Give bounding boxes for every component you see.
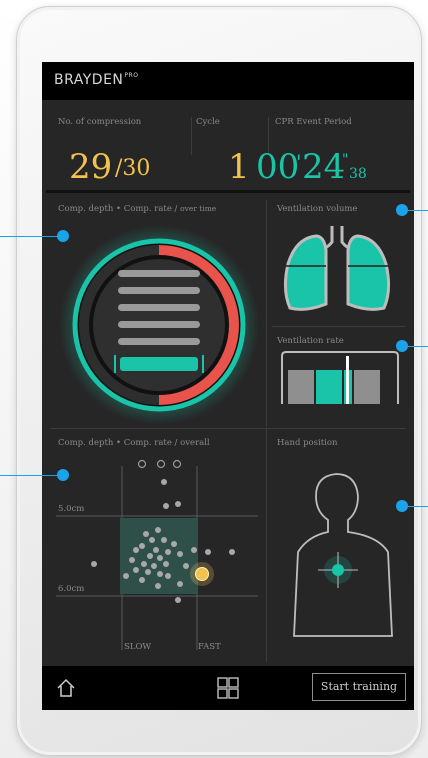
point — [177, 581, 183, 587]
vent-rate-target-zone — [316, 370, 342, 404]
brand-logo: BRAYDENPRO — [54, 72, 139, 88]
callout-line — [0, 236, 62, 237]
callout-dot — [57, 230, 69, 242]
callout-line — [0, 475, 62, 476]
callout-dot — [57, 469, 69, 481]
depth-bar — [118, 321, 200, 328]
point — [143, 531, 149, 537]
point — [171, 541, 177, 547]
depth-lower-label: 6.0cm — [58, 584, 85, 594]
point — [157, 571, 163, 577]
minute-mark: ' — [296, 150, 302, 174]
point — [161, 479, 167, 485]
depth-rate-overall-label: Comp. depth • Comp. rate / overall — [58, 438, 210, 448]
cycle-label: Cycle — [196, 117, 220, 127]
compression-gauge — [59, 225, 259, 425]
torso-diagram — [293, 473, 393, 637]
depth-bar — [118, 304, 200, 311]
depth-target-bar — [120, 357, 198, 371]
depth-bar — [118, 338, 200, 345]
home-icon[interactable] — [56, 678, 76, 698]
point — [129, 557, 135, 563]
point — [155, 527, 161, 533]
point — [163, 561, 169, 567]
point — [141, 561, 147, 567]
cycle-value: 1 — [228, 147, 250, 187]
point — [123, 573, 129, 579]
point — [165, 573, 171, 579]
vent-rate-gauge — [281, 351, 399, 404]
point — [139, 543, 145, 549]
callout-dot — [396, 204, 408, 216]
event-seconds: 24 — [302, 147, 346, 187]
point — [163, 503, 169, 509]
point — [161, 537, 167, 543]
depth-rate-scatter — [56, 459, 258, 650]
depth-upper-label: 5.0cm — [58, 504, 85, 514]
vent-rate-label: Ventilation rate — [277, 336, 344, 346]
point — [165, 549, 171, 555]
left-lung — [283, 234, 328, 311]
bottom-toolbar: Start training — [42, 666, 414, 710]
target-bracket — [114, 355, 116, 373]
point — [139, 577, 145, 583]
callout-dot — [396, 340, 408, 352]
point — [205, 549, 211, 555]
depth-rate-overtime-label: Comp. depth • Comp. rate / over time — [58, 204, 217, 214]
divider — [191, 117, 192, 155]
start-training-button[interactable]: Start training — [312, 673, 406, 701]
point — [91, 561, 97, 567]
right-lung — [346, 234, 391, 311]
cycle-marker — [156, 459, 166, 469]
current-compression-point — [195, 567, 209, 581]
point — [175, 597, 181, 603]
point — [157, 555, 163, 561]
hand-position-label: Hand position — [277, 438, 338, 448]
point — [155, 583, 161, 589]
compression-target: /30 — [115, 156, 151, 181]
divider — [266, 434, 267, 662]
point — [153, 547, 159, 553]
depth-bar — [118, 287, 200, 294]
vent-volume-label: Ventilation volume — [277, 204, 358, 214]
point — [175, 501, 181, 507]
callout-dot — [396, 500, 408, 512]
point — [133, 567, 139, 573]
point — [149, 537, 155, 543]
point — [133, 547, 139, 553]
slow-label: SLOW — [124, 642, 152, 652]
event-centis: 38 — [349, 166, 367, 182]
divider — [266, 200, 267, 462]
divider — [50, 428, 406, 429]
compression-count: 29 — [69, 147, 113, 187]
vent-rate-segment — [354, 370, 380, 404]
point — [151, 563, 157, 569]
second-mark: " — [342, 152, 349, 168]
vent-rate-segment — [288, 370, 314, 404]
point — [147, 553, 153, 559]
grid-icon[interactable] — [217, 677, 239, 699]
point — [177, 551, 183, 557]
event-period-label: CPR Event Period — [275, 117, 352, 127]
cycle-marker — [172, 459, 182, 469]
point — [191, 547, 197, 553]
vent-rate-needle — [346, 356, 349, 404]
target-bracket — [202, 355, 204, 373]
divider — [272, 326, 406, 327]
lungs-diagram — [283, 226, 391, 311]
stats-divider — [46, 190, 410, 193]
torso-outline — [293, 473, 393, 637]
event-minutes: 00 — [256, 147, 300, 187]
fast-label: FAST — [198, 642, 221, 652]
app-screen: BRAYDENPRO No. of compression Cycle CPR … — [42, 62, 414, 710]
depth-bar — [118, 270, 200, 277]
point — [229, 549, 235, 555]
cycle-marker — [137, 459, 147, 469]
point — [145, 569, 151, 575]
compression-label: No. of compression — [58, 117, 142, 127]
hand-position-marker — [332, 564, 344, 576]
top-bar: BRAYDENPRO — [42, 62, 414, 100]
point — [183, 563, 189, 569]
